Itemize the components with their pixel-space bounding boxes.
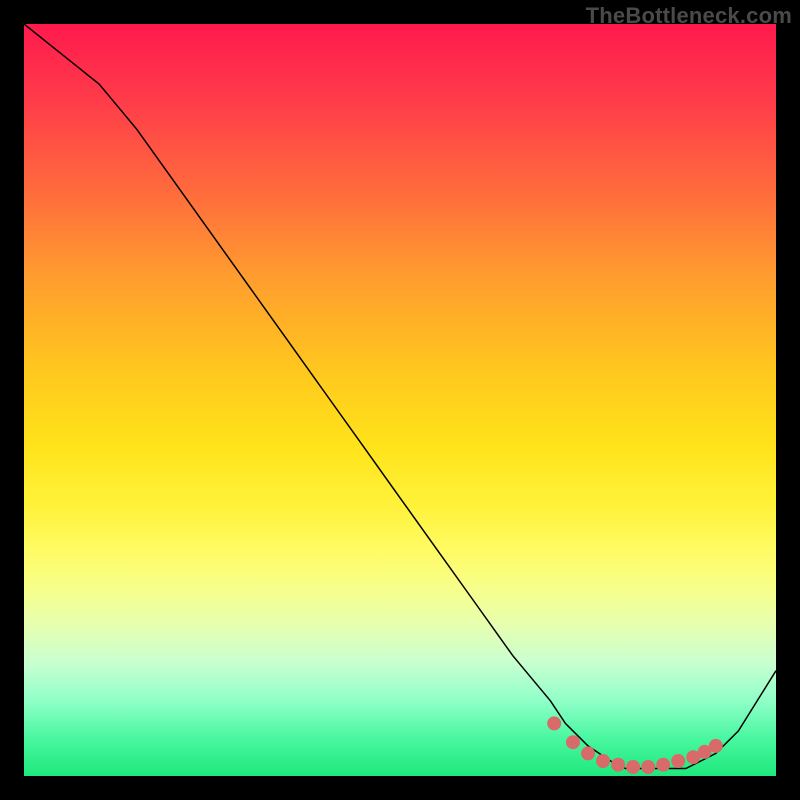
highlight-dot: [656, 758, 670, 772]
curve-layer: [24, 24, 776, 776]
highlight-dot: [581, 746, 595, 760]
highlight-dot: [566, 735, 580, 749]
highlight-dot: [596, 754, 610, 768]
highlight-dot: [626, 760, 640, 774]
highlight-dot: [611, 758, 625, 772]
highlight-dot: [671, 754, 685, 768]
chart-stage: TheBottleneck.com: [0, 0, 800, 800]
plot-area: [24, 24, 776, 776]
highlight-dot: [641, 760, 655, 774]
highlight-dots: [547, 716, 723, 774]
main-curve: [24, 24, 776, 769]
highlight-dot: [709, 739, 723, 753]
highlight-dot: [547, 716, 561, 730]
